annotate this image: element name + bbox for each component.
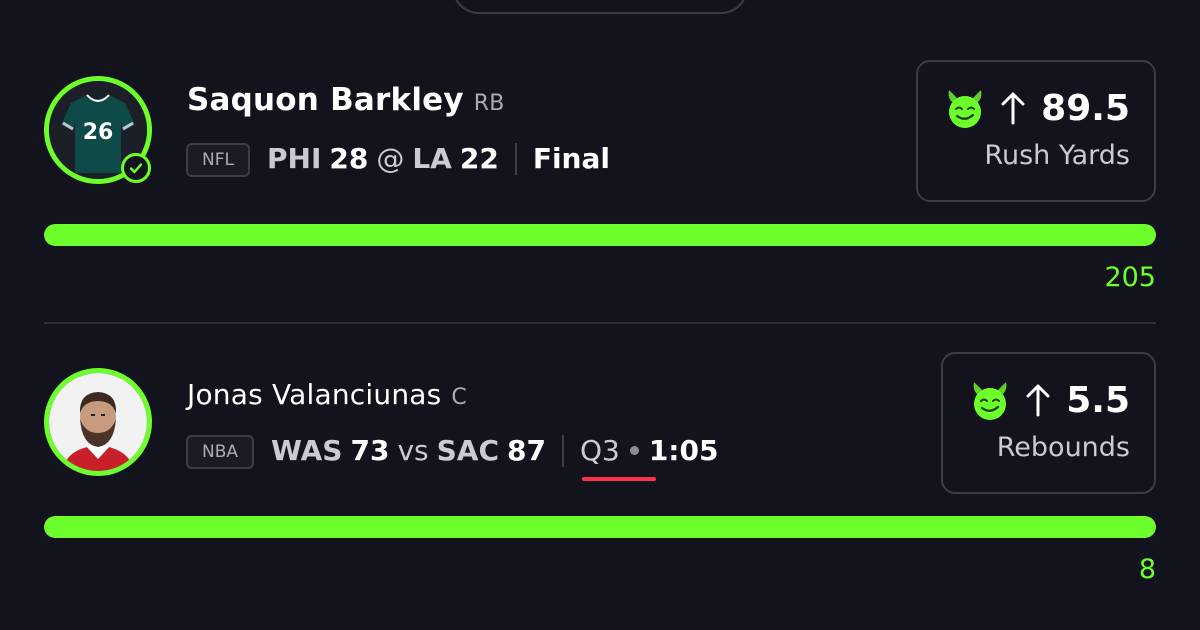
game-status: Final xyxy=(532,142,610,175)
arrow-up-icon xyxy=(1026,384,1050,417)
actual-stat-value: 8 xyxy=(1138,554,1156,585)
player-name-row: Saquon Barkley RB xyxy=(187,82,505,118)
game-period: Q3 xyxy=(580,434,656,481)
away-team: PHI xyxy=(267,142,322,175)
league-badge: NFL xyxy=(186,143,250,177)
player-avatar: 26 xyxy=(44,76,152,184)
player-name-row: Jonas Valanciunas C xyxy=(187,378,467,411)
home-score: 22 xyxy=(459,142,499,175)
pick-card-jonas-valanciunas[interactable]: Jonas Valanciunas C NBA WAS 73 vs SAC 87 … xyxy=(0,300,1200,600)
player-name: Saquon Barkley xyxy=(187,82,464,118)
prop-line-box[interactable]: 89.5 Rush Yards xyxy=(916,60,1156,202)
divider xyxy=(561,434,564,467)
prop-line-box[interactable]: 5.5 Rebounds xyxy=(941,352,1156,494)
progress-fill xyxy=(44,224,1156,246)
home-team: LA xyxy=(412,142,452,175)
live-indicator-underline xyxy=(581,477,656,481)
prop-line-value: 89.5 xyxy=(1041,87,1130,129)
game-line: PHI 28 @ LA 22 Final xyxy=(267,142,610,175)
progress-fill xyxy=(44,516,1156,538)
player-position: C xyxy=(451,385,467,410)
svg-text:26: 26 xyxy=(83,120,114,145)
away-score: 73 xyxy=(350,434,390,467)
actual-stat-value: 205 xyxy=(1104,262,1156,293)
home-team: SAC xyxy=(436,434,499,467)
prop-stat-name: Rebounds xyxy=(996,432,1130,463)
game-line: WAS 73 vs SAC 87 Q3 1:05 xyxy=(271,434,719,481)
player-position: RB xyxy=(473,91,505,116)
game-clock: 1:05 xyxy=(648,434,719,467)
league-badge: NBA xyxy=(186,435,255,469)
prop-line-value: 5.5 xyxy=(1066,379,1130,421)
progress-bar xyxy=(44,516,1156,538)
completed-check-icon xyxy=(121,153,151,183)
prop-stat-name: Rush Yards xyxy=(984,140,1130,171)
matchup-separator: @ xyxy=(376,142,405,175)
away-score: 28 xyxy=(329,142,369,175)
devil-emoji-icon xyxy=(973,382,1007,420)
player-avatar xyxy=(44,368,152,476)
away-team: WAS xyxy=(271,434,343,467)
pick-card-saquon-barkley[interactable]: 26 Saquon Barkley RB NFL PHI 28 @ LA 22 F… xyxy=(0,0,1200,300)
matchup-separator: vs xyxy=(397,434,429,467)
player-headshot xyxy=(49,373,147,471)
progress-bar xyxy=(44,224,1156,246)
arrow-up-icon xyxy=(1001,92,1025,125)
home-score: 87 xyxy=(507,434,546,467)
devil-emoji-icon xyxy=(948,90,982,128)
player-name: Jonas Valanciunas xyxy=(187,378,442,411)
dot-separator xyxy=(629,446,639,455)
divider xyxy=(514,142,517,175)
